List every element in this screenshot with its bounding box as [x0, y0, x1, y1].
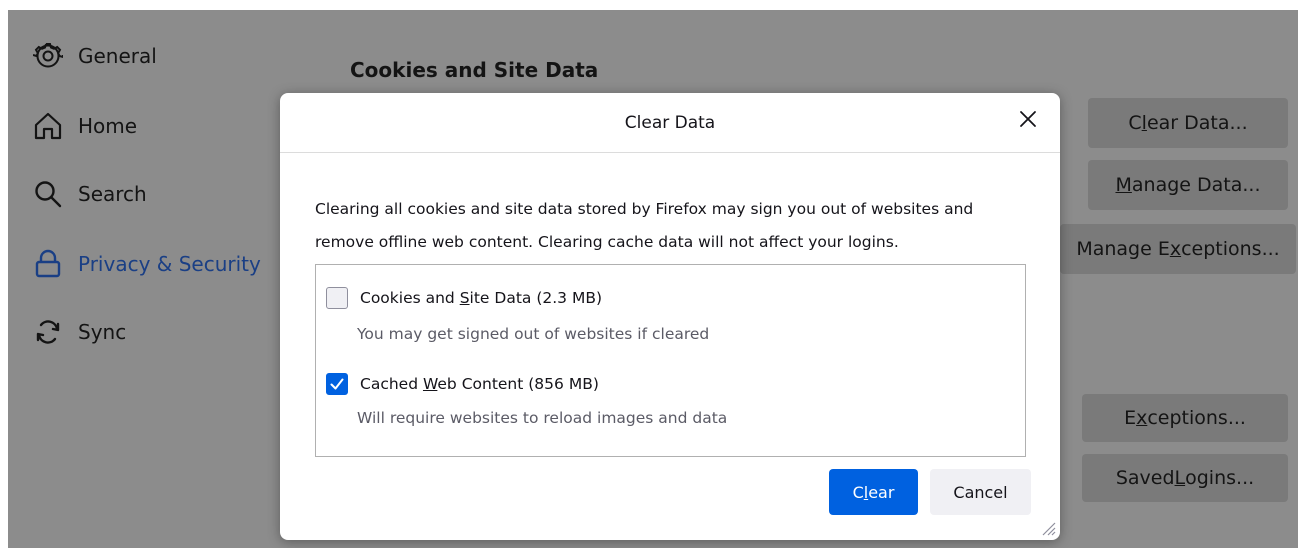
resize-grip-icon[interactable]	[1040, 520, 1056, 536]
home-icon	[30, 108, 66, 144]
description-line: Clearing all cookies and site data store…	[315, 200, 974, 218]
description-line: remove offline web content. Clearing cac…	[315, 233, 899, 251]
access-key: L	[1174, 467, 1186, 489]
access-key: S	[459, 289, 470, 307]
cancel-button[interactable]: Cancel	[930, 469, 1031, 515]
cached-web-content-option[interactable]: Cached Web Content (856 MB)	[326, 373, 599, 395]
lock-icon	[30, 246, 66, 282]
cache-checkbox[interactable]	[326, 373, 348, 395]
label-part: Cached	[360, 375, 423, 393]
button-label-part: Manage E	[1076, 238, 1170, 260]
button-label-part: ceptions...	[1147, 407, 1246, 429]
section-title: Cookies and Site Data	[350, 58, 599, 82]
access-key: W	[422, 375, 438, 393]
button-label-part: ceptions...	[1181, 238, 1280, 260]
sidebar-item-home[interactable]: Home	[8, 106, 137, 146]
option-description: You may get signed out of websites if cl…	[357, 325, 710, 343]
button-label-part: anage Data...	[1131, 174, 1261, 196]
label-part: ite Data (2.3 MB)	[469, 289, 603, 307]
sidebar-item-sync[interactable]: Sync	[8, 312, 126, 352]
button-label-part: ear	[868, 482, 895, 502]
gear-icon	[30, 38, 66, 74]
sidebar-item-label: Search	[78, 182, 147, 206]
manage-exceptions-button[interactable]: Manage Ex ceptions...	[1060, 224, 1296, 274]
button-label-part: ear Data...	[1146, 112, 1248, 134]
button-label-part: ogins...	[1185, 467, 1255, 489]
clear-button[interactable]: Cl ear	[829, 469, 918, 515]
cookies-site-data-option[interactable]: Cookies and Site Data (2.3 MB)	[326, 287, 602, 309]
close-icon	[1019, 110, 1037, 132]
sidebar-item-label: Sync	[78, 320, 127, 344]
options-group: Cookies and Site Data (2.3 MB) You may g…	[315, 264, 1026, 457]
checkmark-icon	[330, 378, 344, 390]
cookies-checkbox[interactable]	[326, 287, 348, 309]
dialog-description: Clearing all cookies and site data store…	[315, 193, 1035, 259]
button-label-part: C	[1128, 112, 1142, 134]
sidebar-item-privacy-security[interactable]: Privacy & Security	[8, 244, 261, 284]
option-label: Cached Web Content (856 MB)	[360, 375, 599, 393]
option-label: Cookies and Site Data (2.3 MB)	[360, 289, 602, 307]
sidebar-item-search[interactable]: Search	[8, 174, 147, 214]
sidebar-item-label: Home	[78, 114, 138, 138]
exceptions-button[interactable]: Ex ceptions...	[1082, 394, 1288, 442]
option-description: Will require websites to reload images a…	[357, 409, 728, 427]
search-icon	[30, 176, 66, 212]
sidebar-item-label: General	[78, 44, 157, 68]
dialog-header: Clear Data	[280, 93, 1060, 153]
button-label-part: C	[852, 482, 864, 502]
label-part: eb Content (856 MB)	[437, 375, 599, 393]
clear-data-dialog: Clear Data Clearing all cookies and site…	[280, 93, 1060, 540]
access-key: x	[1136, 407, 1148, 429]
access-key: x	[1169, 238, 1182, 260]
saved-logins-button[interactable]: Saved Logins...	[1082, 454, 1288, 502]
manage-data-button[interactable]: Manage Data...	[1088, 160, 1288, 210]
sidebar-item-general[interactable]: General	[8, 36, 157, 76]
access-key: M	[1115, 174, 1132, 196]
button-label-part: Saved	[1115, 467, 1175, 489]
label-part: Cookies and	[360, 289, 460, 307]
sidebar-item-label: Privacy & Security	[78, 252, 261, 276]
clear-data-button[interactable]: Cl ear Data...	[1088, 98, 1288, 148]
dialog-title: Clear Data	[624, 113, 716, 133]
close-button[interactable]	[1014, 107, 1042, 135]
sync-icon	[30, 314, 66, 350]
button-label-part: E	[1124, 407, 1137, 429]
